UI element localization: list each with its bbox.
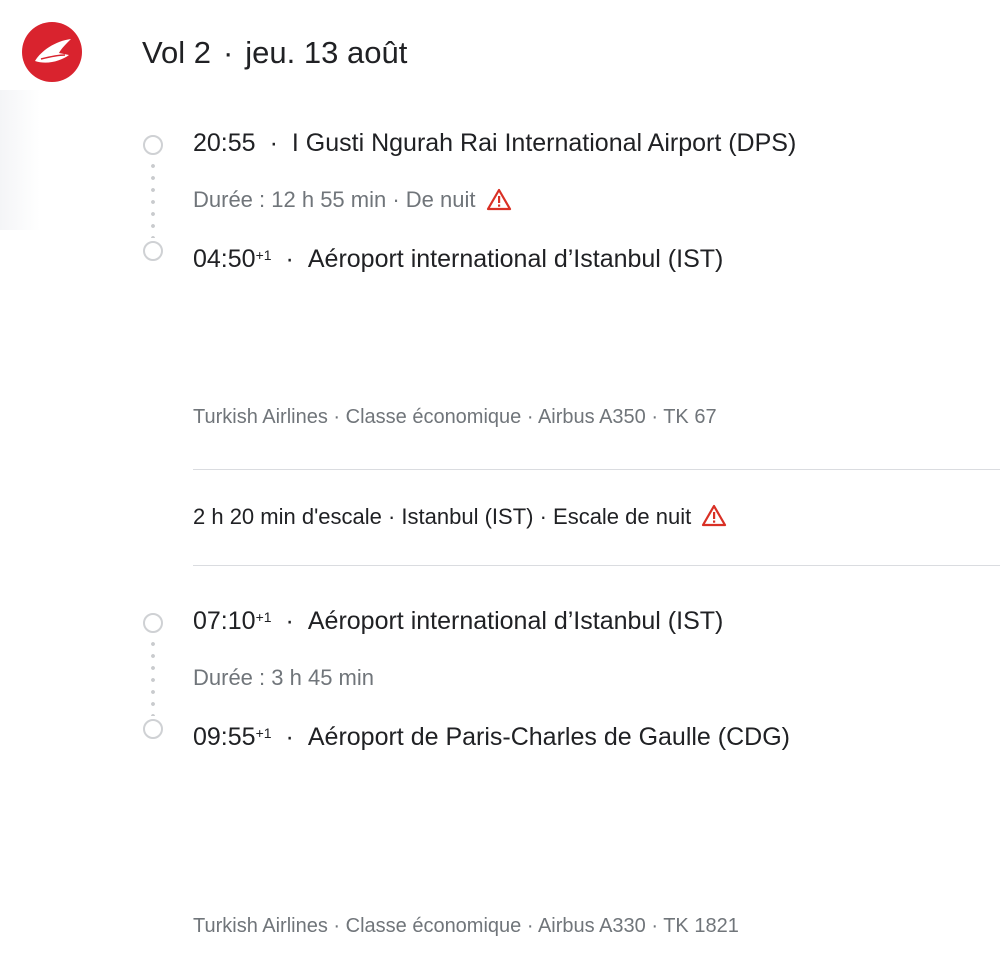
title-separator: · bbox=[222, 35, 234, 70]
duration-text: Durée : 12 h 55 min bbox=[193, 187, 387, 212]
next-day-indicator: +1 bbox=[255, 247, 272, 263]
segment-1-duration: Durée : 12 h 55 min · De nuit bbox=[193, 186, 512, 214]
flight-title: Vol 2 · jeu. 13 août bbox=[142, 34, 407, 72]
layover-info: 2 h 20 min d'escale · Istanbul (IST) · E… bbox=[193, 502, 727, 532]
segment-2-arrival: 09:55+1 · Aéroport de Paris-Charles de Gau… bbox=[193, 722, 790, 752]
left-edge-shade bbox=[0, 90, 40, 230]
departure-airport: I Gusti Ngurah Rai International Airport… bbox=[291, 129, 797, 157]
departure-time: 07:10 bbox=[193, 607, 256, 635]
arrival-stop-icon bbox=[143, 241, 163, 261]
segment-1-info: Turkish Airlines · Classe économique · A… bbox=[193, 406, 717, 428]
separator-dot: · bbox=[285, 245, 294, 273]
segment-2-info: Turkish Airlines · Classe économique · A… bbox=[193, 915, 739, 937]
arrival-time: 09:55 bbox=[193, 723, 256, 751]
departure-time: 20:55 bbox=[193, 129, 256, 157]
arrival-airport: Aéroport de Paris-Charles de Gaulle (CDG… bbox=[307, 723, 790, 751]
segment-2-duration: Durée : 3 h 45 min bbox=[193, 664, 374, 692]
separator-dot: · bbox=[269, 129, 278, 157]
arrival-time: 04:50 bbox=[193, 245, 256, 273]
flight-details-panel: Vol 2 · jeu. 13 août 20:55 · I Gusti Ngurah … bbox=[0, 0, 1000, 969]
divider bbox=[193, 565, 1000, 566]
turkish-airlines-logo-icon bbox=[22, 22, 82, 82]
segment-1-arrival: 04:50+1 · Aéroport international d’Istanbu… bbox=[193, 244, 723, 274]
next-day-indicator: +1 bbox=[255, 725, 272, 741]
arrival-stop-icon bbox=[143, 719, 163, 739]
warning-triangle-icon[interactable] bbox=[486, 188, 512, 211]
departure-stop-icon bbox=[143, 135, 163, 155]
separator-dot: · bbox=[386, 187, 406, 212]
flight-number-label: Vol 2 bbox=[142, 35, 211, 70]
duration-text: Durée : 3 h 45 min bbox=[193, 665, 374, 690]
arrival-airport: Aéroport international d’Istanbul (IST) bbox=[307, 245, 724, 273]
separator-dot: · bbox=[285, 607, 294, 635]
separator-dot: · bbox=[285, 723, 294, 751]
flight-date: jeu. 13 août bbox=[245, 35, 408, 70]
segment-2-departure: 07:10+1 · Aéroport international d’Istanbu… bbox=[193, 606, 723, 636]
departure-stop-icon bbox=[143, 613, 163, 633]
timeline-dotted-line bbox=[151, 638, 155, 716]
divider bbox=[193, 469, 1000, 470]
next-day-indicator: +1 bbox=[255, 609, 272, 625]
layover-text: 2 h 20 min d'escale · Istanbul (IST) · E… bbox=[193, 504, 692, 529]
warning-triangle-icon[interactable] bbox=[701, 504, 727, 527]
timeline-dotted-line bbox=[151, 160, 155, 238]
departure-airport: Aéroport international d’Istanbul (IST) bbox=[307, 607, 724, 635]
overnight-label: De nuit bbox=[405, 187, 476, 212]
segment-1-departure: 20:55 · I Gusti Ngurah Rai International A… bbox=[193, 128, 796, 158]
